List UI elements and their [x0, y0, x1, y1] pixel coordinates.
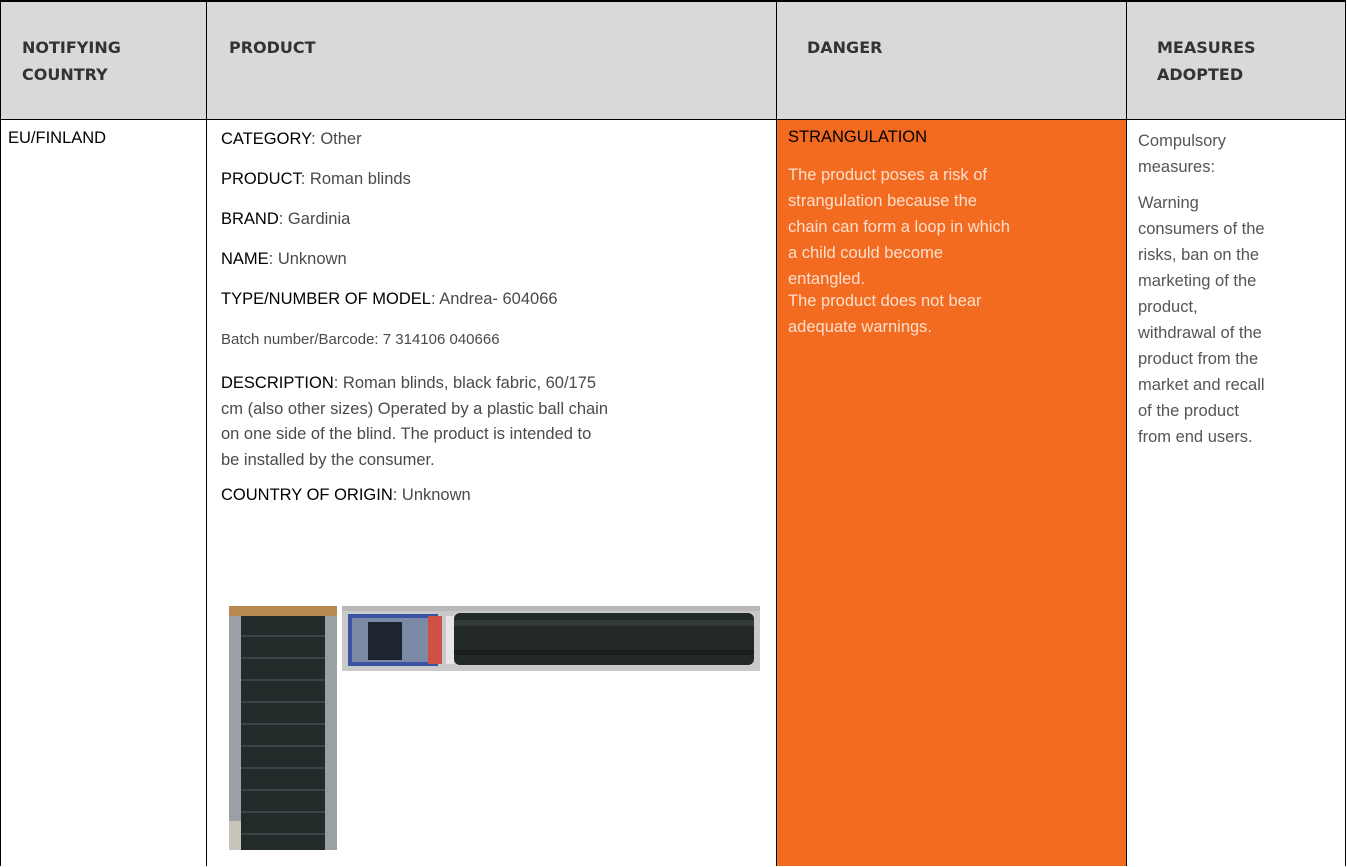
field-label: DESCRIPTION [221, 374, 334, 392]
measures-text-line: product, [1138, 298, 1198, 316]
danger-text-line: adequate warnings. [788, 318, 933, 336]
table-border-right [1345, 0, 1346, 866]
table-header [0, 0, 1346, 119]
table-border-left [0, 0, 1, 866]
field-value: on one side of the blind. The product is… [221, 425, 592, 443]
field-value: : Roman blinds [300, 170, 411, 188]
field-label: NAME [221, 250, 269, 268]
field-label: BRAND [221, 210, 279, 228]
danger-text-line: strangulation because the [788, 192, 977, 210]
description-field: DESCRIPTION: Roman blinds, black fabric,… [221, 371, 608, 473]
header-text: MEASURES [1157, 38, 1256, 57]
measures-text-line: market and recall [1138, 376, 1265, 394]
product-field: PRODUCT: Roman blinds [221, 170, 411, 189]
danger-description: The product poses a risk of strangulatio… [788, 162, 1118, 340]
danger-text-line: The product does not bear [788, 292, 982, 310]
field-label: PRODUCT [221, 170, 301, 188]
measures-text-line: risks, ban on the [1138, 246, 1260, 264]
field-label: CATEGORY [221, 130, 312, 148]
field-value: : Unknown [268, 250, 347, 268]
field-value: : Andrea- 604066 [430, 290, 558, 308]
header-text: ADOPTED [1157, 65, 1244, 84]
measures-text-line: measures: [1138, 158, 1216, 176]
column-divider [776, 0, 777, 866]
column-divider [1126, 0, 1127, 866]
field-value: : Roman blinds, black fabric, 60/175 [333, 374, 597, 392]
field-value: cm (also other sizes) Operated by a plas… [221, 399, 609, 418]
danger-text-line: chain can form a loop in which [788, 218, 1010, 236]
product-photo-roman-blind [229, 606, 337, 850]
measures-text-line: from end users. [1138, 428, 1253, 446]
measures-text-line: of the product [1138, 402, 1239, 420]
field-value: : Other [311, 130, 362, 148]
brand-field: BRAND: Gardinia [221, 210, 350, 229]
column-divider [206, 0, 207, 866]
origin-field: COUNTRY OF ORIGIN: Unknown [221, 486, 471, 505]
measures-text-line: marketing of the [1138, 272, 1257, 290]
product-photo-packaged-blind [342, 606, 760, 671]
danger-type: STRANGULATION [788, 128, 928, 146]
header-text: PRODUCT [229, 38, 316, 57]
model-field: TYPE/NUMBER OF MODEL: Andrea- 604066 [221, 290, 558, 309]
header-text: DANGER [807, 38, 883, 57]
danger-details: STRANGULATION The product poses a risk o… [788, 128, 1118, 340]
field-value: : Unknown [392, 486, 471, 504]
header-product: PRODUCT [229, 34, 316, 61]
header-text: COUNTRY [22, 65, 108, 84]
measures-text-line: withdrawal of the [1138, 324, 1262, 342]
measures-text-line: Compulsory [1138, 132, 1227, 150]
header-divider [0, 119, 1346, 120]
notifying-country: EU/FINLAND [8, 129, 107, 147]
measures-text-line: consumers of the [1138, 220, 1265, 238]
measures-text-line: product from the [1138, 350, 1259, 368]
measures-adopted: Compulsory measures: Warning consumers o… [1138, 128, 1338, 450]
header-measures-adopted: MEASURES ADOPTED [1157, 34, 1256, 88]
measures-text-line: Warning [1138, 194, 1199, 212]
notification-table: NOTIFYING COUNTRY PRODUCT DANGER MEASURE… [0, 0, 1346, 866]
header-text: NOTIFYING [22, 38, 121, 57]
name-field: NAME: Unknown [221, 250, 347, 269]
category-field: CATEGORY: Other [221, 130, 362, 149]
danger-text-line: a child could become [788, 244, 944, 262]
field-value: be installed by the consumer. [221, 450, 435, 469]
field-value: : Gardinia [278, 210, 351, 228]
header-danger: DANGER [807, 34, 882, 61]
field-label: TYPE/NUMBER OF MODEL [221, 290, 431, 308]
batch-field: Batch number/Barcode: 7 314106 040666 [221, 331, 500, 348]
header-notifying-country: NOTIFYING COUNTRY [22, 34, 121, 88]
field-label: COUNTRY OF ORIGIN [221, 486, 393, 504]
danger-text-line: The product poses a risk of [788, 166, 988, 184]
